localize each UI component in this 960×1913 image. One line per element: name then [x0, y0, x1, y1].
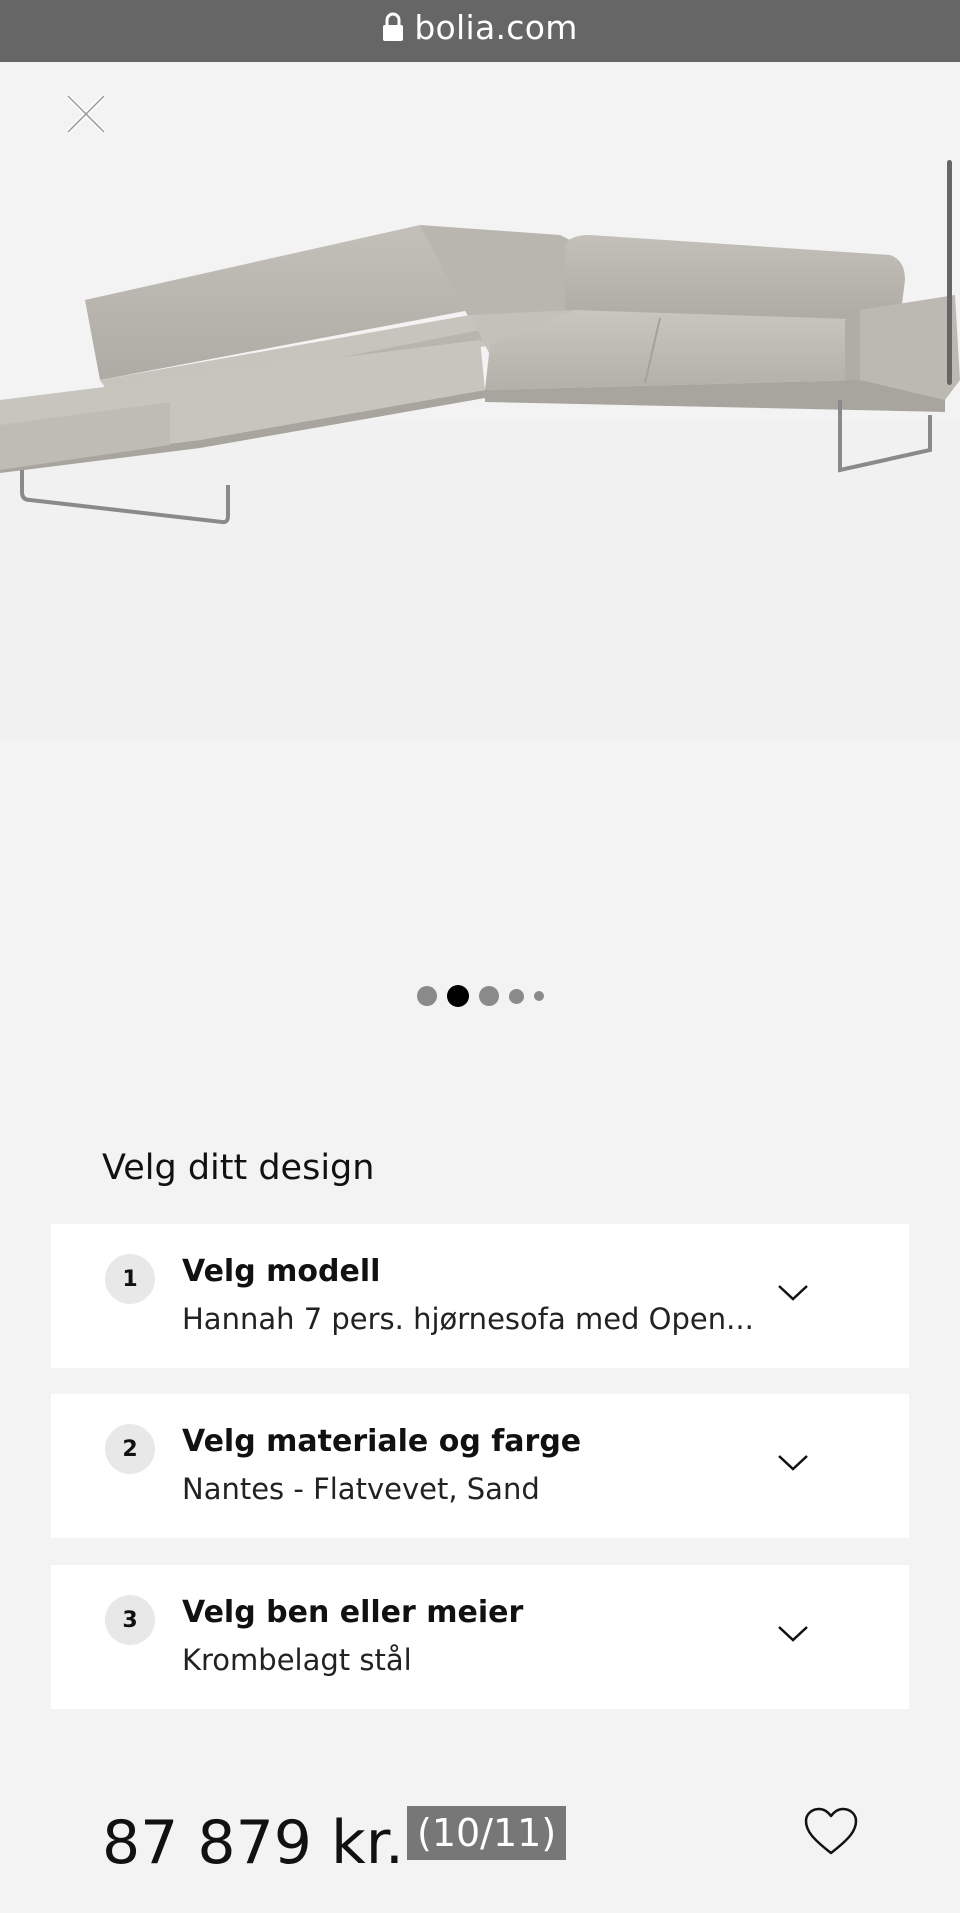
close-button[interactable]	[62, 90, 110, 138]
step-number: 2	[105, 1424, 155, 1474]
sofa-illustration	[0, 225, 960, 740]
heart-icon	[804, 1807, 858, 1855]
step-card-model[interactable]: 1 Velg modell Hannah 7 pers. hjørnesofa …	[51, 1224, 909, 1368]
step-value: Hannah 7 pers. hjørnesofa med Open...	[182, 1302, 754, 1336]
carousel-dot[interactable]	[508, 988, 524, 1004]
chevron-down-icon[interactable]	[776, 1452, 810, 1474]
step-number: 3	[105, 1595, 155, 1645]
favorite-button[interactable]	[803, 1806, 859, 1858]
chevron-down-icon[interactable]	[776, 1623, 810, 1645]
product-image[interactable]	[0, 140, 960, 740]
browser-url-bar[interactable]: bolia.com	[0, 0, 960, 62]
step-value: Nantes - Flatvevet, Sand	[182, 1472, 540, 1506]
step-card-material[interactable]: 2 Velg materiale og farge Nantes - Flatv…	[51, 1394, 909, 1538]
carousel-dot[interactable]	[478, 986, 499, 1006]
carousel-dots	[0, 985, 960, 1007]
image-counter-badge: (10/11)	[407, 1806, 567, 1860]
chevron-down-icon[interactable]	[776, 1282, 810, 1304]
carousel-dot[interactable]	[533, 991, 544, 1001]
step-title: Velg ben eller meier	[182, 1595, 524, 1630]
product-price: 87 879 kr.	[102, 1808, 404, 1878]
url-text: bolia.com	[414, 7, 578, 47]
scroll-indicator[interactable]	[947, 160, 952, 385]
carousel-dot-active[interactable]	[446, 985, 469, 1007]
close-icon	[66, 94, 106, 134]
step-card-legs[interactable]: 3 Velg ben eller meier Krombelagt stål	[51, 1565, 909, 1709]
step-title: Velg materiale og farge	[182, 1424, 582, 1459]
step-value: Krombelagt stål	[182, 1643, 412, 1677]
section-title: Velg ditt design	[102, 1148, 375, 1188]
carousel-dot[interactable]	[416, 986, 437, 1006]
step-number: 1	[105, 1254, 155, 1304]
step-title: Velg modell	[182, 1254, 381, 1289]
lock-icon	[382, 12, 404, 42]
